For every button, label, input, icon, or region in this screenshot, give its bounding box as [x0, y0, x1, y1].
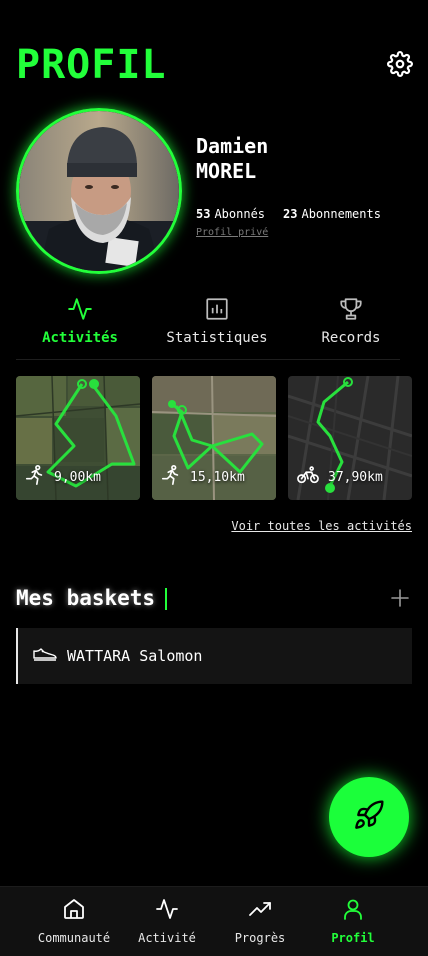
nav-label: Progrès	[234, 931, 286, 945]
profile-name: Damien MOREL	[196, 134, 268, 184]
tab-activites[interactable]: Activités	[16, 296, 144, 346]
activity-card[interactable]: 15,10km	[152, 376, 276, 500]
running-icon	[24, 464, 46, 490]
activity-carousel[interactable]: 9,00km 15,10km 37,90km	[16, 376, 428, 500]
nav-item-activite[interactable]: Activité	[117, 897, 217, 945]
activity-distance: 37,90km	[328, 469, 383, 485]
tab-statistiques[interactable]: Statistiques	[153, 296, 281, 346]
shoe-list-item[interactable]: WATTARA Salomon	[16, 628, 412, 684]
rocket-icon	[353, 799, 385, 835]
see-all-activities-link[interactable]: Voir toutes les activités	[231, 519, 412, 533]
trophy-icon	[287, 296, 415, 322]
gear-icon[interactable]	[387, 51, 413, 77]
shoes-section-title: Mes baskets	[16, 586, 156, 610]
tab-label: Statistiques	[166, 330, 268, 346]
followers[interactable]: 53 Abonnés	[196, 207, 265, 221]
text-cursor	[165, 588, 167, 610]
followers-count: 53	[196, 207, 211, 221]
bar-chart-icon	[153, 296, 281, 322]
page-title: PROFIL	[16, 42, 167, 88]
shoe-name: WATTARA Salomon	[67, 647, 203, 665]
follow-stats: 53 Abonnés 23 Abonnements	[196, 207, 381, 221]
bottom-nav: Communauté Activité Progrès Profil	[0, 886, 428, 956]
privacy-link[interactable]: Profil privé	[196, 227, 268, 238]
nav-label: Communauté	[37, 931, 111, 945]
plus-icon[interactable]	[390, 588, 410, 608]
followers-label: Abonnés	[214, 207, 266, 221]
last-name: MOREL	[196, 159, 257, 183]
first-name: Damien	[196, 134, 269, 158]
user-icon	[303, 897, 403, 923]
tab-records[interactable]: Records	[287, 296, 415, 346]
nav-label: Profil	[331, 931, 375, 945]
home-icon	[24, 897, 124, 923]
cycling-icon	[296, 464, 320, 490]
nav-label: Activité	[138, 931, 196, 945]
activity-icon	[117, 897, 217, 923]
activity-distance: 15,10km	[190, 469, 245, 485]
following-count: 23	[283, 207, 298, 221]
shoe-icon	[33, 646, 57, 666]
activity-icon	[16, 296, 144, 322]
tab-label: Activités	[42, 330, 118, 346]
following[interactable]: 23 Abonnements	[283, 207, 381, 221]
running-icon	[160, 464, 182, 490]
activity-card[interactable]: 37,90km	[288, 376, 412, 500]
nav-item-profil[interactable]: Profil	[303, 897, 403, 945]
nav-item-communaute[interactable]: Communauté	[24, 897, 124, 945]
profile-tabs: Activités Statistiques Records	[16, 296, 400, 360]
trending-up-icon	[210, 897, 310, 923]
nav-item-progres[interactable]: Progrès	[210, 897, 310, 945]
following-label: Abonnements	[301, 207, 381, 221]
activity-distance: 9,00km	[54, 469, 101, 485]
start-activity-button[interactable]	[329, 777, 409, 857]
activity-card[interactable]: 9,00km	[16, 376, 140, 500]
tab-label: Records	[321, 330, 381, 346]
avatar[interactable]	[16, 108, 182, 274]
